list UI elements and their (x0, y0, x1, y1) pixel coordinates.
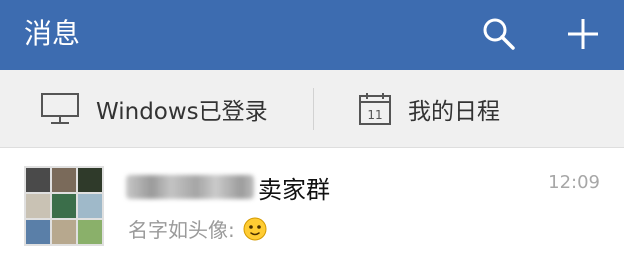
chat-list-item[interactable]: 卖家群 12:09 名字如头像: (0, 148, 624, 257)
chat-preview-text: 名字如头像: (128, 218, 235, 242)
smiley-emoji-icon (243, 217, 267, 240)
windows-logged-in-label: Windows已登录 (96, 98, 268, 125)
chat-title: 卖家群 (258, 175, 330, 204)
top-bar: 消息 (0, 0, 624, 70)
chat-title-row: 卖家群 (126, 170, 330, 204)
monitor-icon (41, 92, 79, 124)
search-icon (483, 18, 515, 50)
quick-actions-bar: Windows已登录 11 我的日程 (0, 70, 624, 148)
quick-actions-divider (313, 88, 314, 130)
my-schedule-item[interactable]: 11 我的日程 (358, 70, 500, 147)
chat-preview-row: 名字如头像: (128, 214, 267, 243)
add-button[interactable] (564, 15, 602, 53)
calendar-icon: 11 (359, 92, 391, 125)
redacted-name-prefix (126, 175, 254, 199)
plus-icon (568, 19, 598, 49)
group-avatar (24, 166, 104, 246)
my-schedule-label: 我的日程 (408, 98, 500, 125)
calendar-day-number: 11 (367, 108, 382, 122)
search-button[interactable] (480, 15, 518, 53)
chat-timestamp: 12:09 (548, 172, 600, 193)
page-title: 消息 (24, 17, 81, 50)
windows-logged-in-item[interactable]: Windows已登录 (40, 70, 268, 147)
